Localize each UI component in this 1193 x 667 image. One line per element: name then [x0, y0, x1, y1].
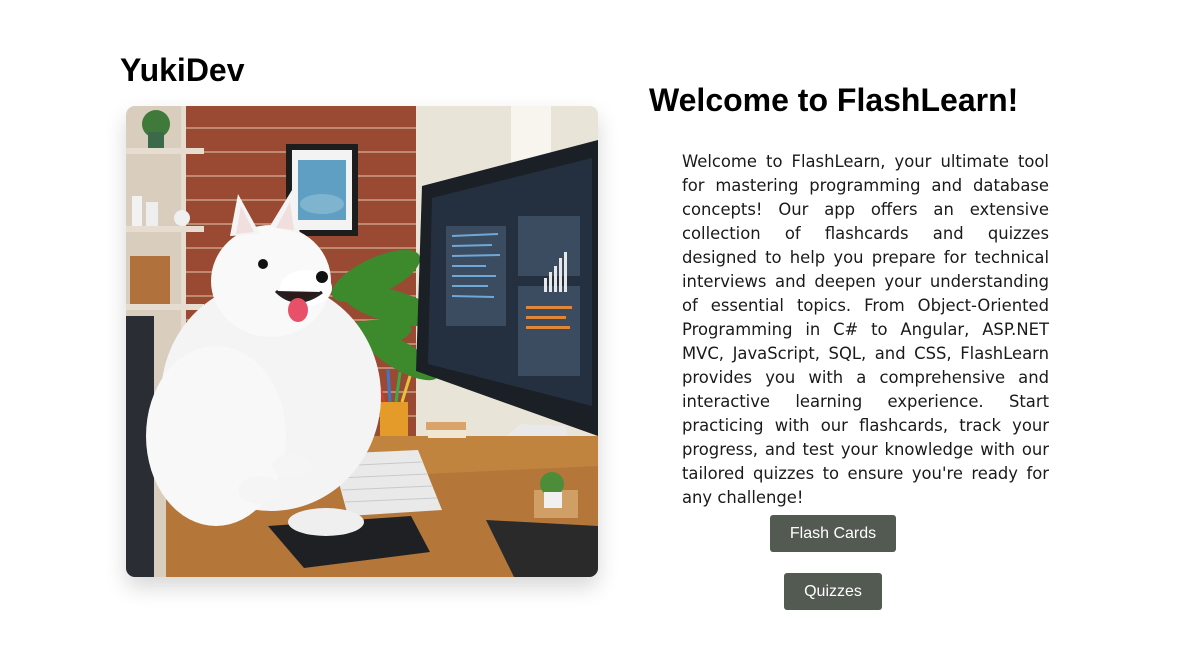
hero-image [126, 106, 598, 577]
brand-logo-text: YukiDev [120, 52, 245, 88]
page: YukiDev Welcome to FlashLearn! Welcome t… [0, 0, 1193, 667]
flash-cards-button[interactable]: Flash Cards [770, 515, 896, 552]
page-title: Welcome to FlashLearn! [649, 82, 1019, 118]
intro-paragraph: Welcome to FlashLearn, your ultimate too… [682, 152, 1049, 507]
quizzes-button[interactable]: Quizzes [784, 573, 882, 610]
dog-at-computer-illustration [126, 106, 598, 577]
